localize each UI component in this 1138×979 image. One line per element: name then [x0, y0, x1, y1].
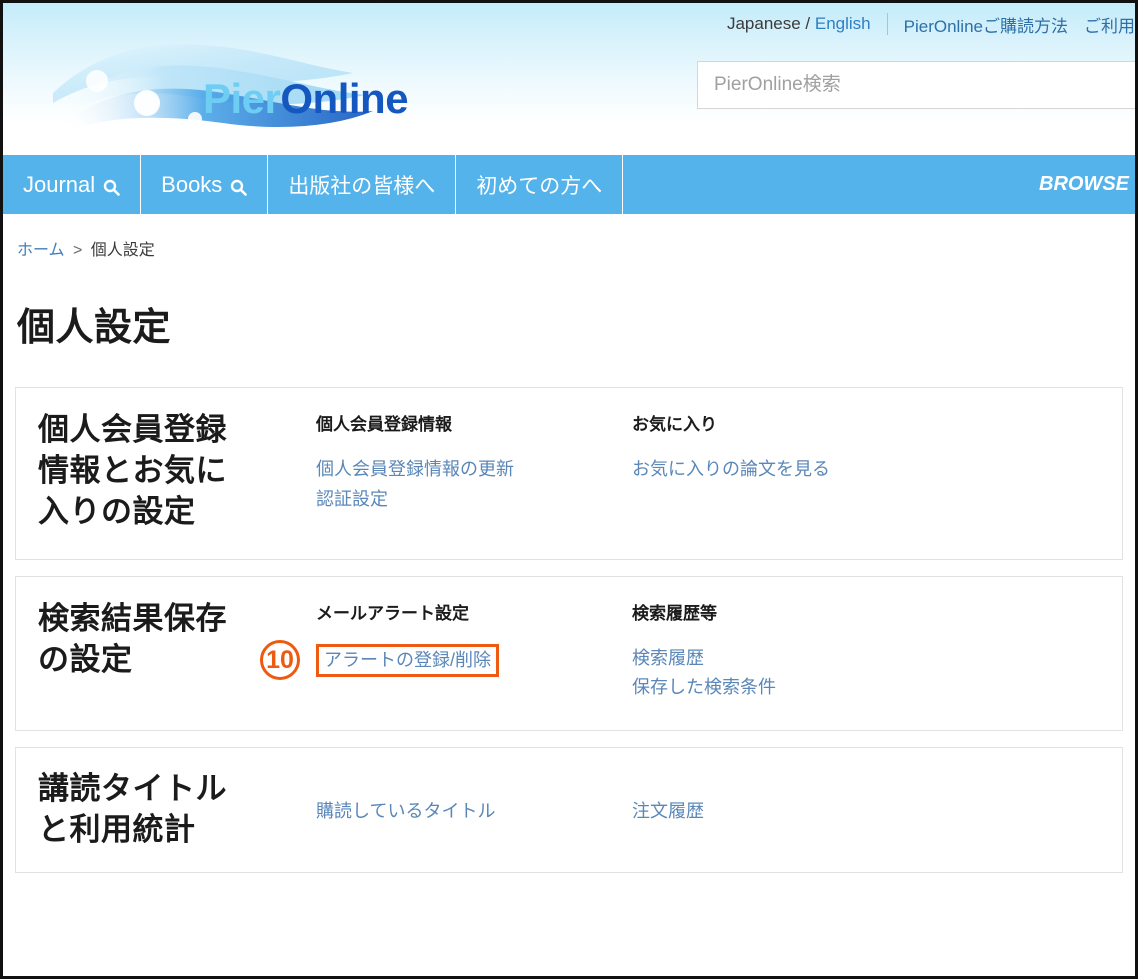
- search-input[interactable]: [698, 62, 1135, 108]
- settings-section-subscriptions: 講読タイトル と利用統計 購読しているタイトル 注文履歴: [15, 746, 1123, 873]
- column-heading: 個人会員登録情報: [316, 415, 452, 434]
- column-heading: 検索履歴等: [632, 603, 717, 623]
- page-root: Japanese / English PierOnlineご購読方法 ご利用 P…: [0, 0, 1138, 979]
- annotation-badge-10: 10: [260, 640, 300, 681]
- breadcrumb-separator: >: [72, 242, 83, 259]
- logo-online-text: Online: [280, 75, 409, 122]
- column-favorites: お気に入り お気に入りの論文を見る: [632, 410, 948, 485]
- nav-item-first-time[interactable]: 初めての方へ: [456, 155, 624, 214]
- link-alert-register-delete[interactable]: アラートの登録/削除: [324, 649, 491, 672]
- nav-item-journal[interactable]: Journal: [3, 155, 142, 214]
- section-columns: 個人会員登録情報 個人会員登録情報の更新 認証設定 お気に入り お気に入りの論文…: [316, 410, 1122, 514]
- breadcrumb: ホーム > 個人設定: [15, 214, 1123, 260]
- logo-pier-text: Pier: [203, 75, 281, 122]
- breadcrumb-home[interactable]: ホーム: [17, 242, 65, 259]
- link-search-history[interactable]: 検索履歴: [632, 644, 948, 674]
- link-subscribed-titles[interactable]: 購読しているタイトル: [316, 797, 632, 827]
- column-member-info: 個人会員登録情報 個人会員登録情報の更新 認証設定: [316, 410, 632, 514]
- nav-browse-label[interactable]: BROWSE: [1039, 155, 1135, 214]
- section-columns: 購読しているタイトル 注文履歴: [316, 793, 1122, 827]
- settings-section-account: 個人会員登録 情報とお気に 入りの設定 個人会員登録情報 個人会員登録情報の更新…: [15, 387, 1123, 560]
- language-switcher[interactable]: Japanese / English: [727, 14, 871, 34]
- subscription-guide-link[interactable]: PierOnlineご購読方法: [904, 12, 1068, 37]
- breadcrumb-current: 個人設定: [90, 242, 155, 259]
- nav-item-label: 出版社の皆様へ: [288, 174, 436, 198]
- nav-item-label: 初めての方へ: [476, 174, 603, 198]
- search-icon: [103, 176, 120, 196]
- usage-guide-link[interactable]: ご利用: [1084, 12, 1135, 37]
- page-content: ホーム > 個人設定 個人設定 個人会員登録 情報とお気に 入りの設定 個人会員…: [3, 214, 1135, 873]
- column-order-history: 注文履歴: [632, 793, 948, 827]
- link-update-member-info[interactable]: 個人会員登録情報の更新: [316, 455, 632, 485]
- search-icon: [230, 176, 248, 196]
- column-heading: メールアラート設定: [316, 603, 469, 623]
- link-view-favorite-articles[interactable]: お気に入りの論文を見る: [632, 455, 948, 485]
- settings-card-stack: 個人会員登録 情報とお気に 入りの設定 個人会員登録情報 個人会員登録情報の更新…: [15, 387, 1123, 873]
- language-english[interactable]: English: [815, 14, 871, 33]
- settings-section-search-save: 検索結果保存 の設定 メールアラート設定 10 アラートの登録/削除 検索履歴等: [15, 575, 1123, 731]
- column-search-history: 検索履歴等 検索履歴 保存した検索条件: [632, 599, 948, 703]
- column-mail-alert: メールアラート設定 10 アラートの登録/削除: [260, 599, 632, 681]
- language-japanese[interactable]: Japanese: [727, 14, 801, 33]
- section-title: 個人会員登録 情報とお気に 入りの設定: [38, 412, 227, 529]
- language-separator: /: [800, 14, 815, 33]
- nav-item-label: Books: [161, 171, 223, 197]
- main-navigation: Journal Books 出版社の皆様へ 初めての方へ BROWSE: [3, 155, 1135, 214]
- search-box[interactable]: [697, 61, 1135, 109]
- section-columns: メールアラート設定 10 アラートの登録/削除 検索履歴等 検索履歴 保存した検…: [260, 599, 1122, 703]
- link-order-history[interactable]: 注文履歴: [632, 797, 948, 827]
- link-saved-search-conditions[interactable]: 保存した検索条件: [632, 673, 948, 703]
- page-title: 個人設定: [17, 307, 172, 349]
- annotation-highlight-box: アラートの登録/削除: [316, 643, 500, 678]
- site-header: Japanese / English PierOnlineご購読方法 ご利用 P…: [3, 3, 1135, 155]
- link-auth-settings[interactable]: 認証設定: [316, 485, 632, 515]
- annotated-link-row: 10 アラートの登録/削除: [260, 640, 632, 681]
- nav-item-label: Journal: [23, 171, 96, 197]
- logo-wordmark: PierOnline: [203, 75, 409, 123]
- column-subscribed-titles: 購読しているタイトル: [316, 793, 632, 827]
- section-title: 講読タイトル と利用統計: [38, 770, 227, 847]
- column-heading: お気に入り: [632, 415, 717, 434]
- nav-item-books[interactable]: Books: [141, 155, 269, 214]
- nav-item-publishers[interactable]: 出版社の皆様へ: [268, 155, 457, 214]
- utility-divider: [886, 13, 888, 35]
- site-logo[interactable]: PierOnline: [53, 31, 473, 143]
